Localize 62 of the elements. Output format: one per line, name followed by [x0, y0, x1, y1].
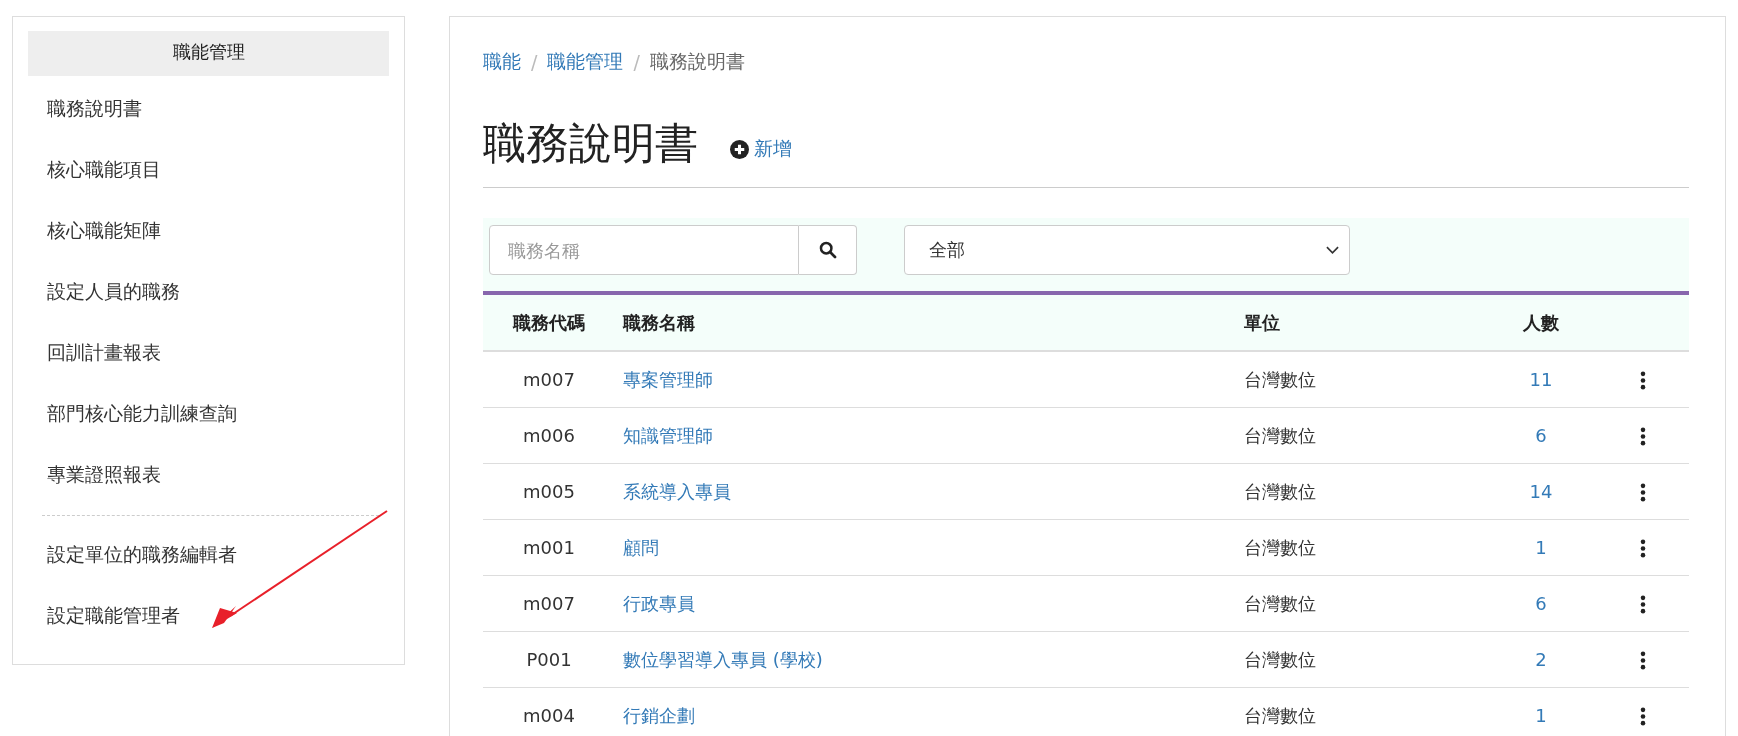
more-options-icon[interactable]	[1640, 595, 1646, 615]
table-cell: m004	[483, 687, 615, 736]
table-cell: 台灣數位	[1243, 575, 1485, 632]
table-cell: P001	[483, 631, 615, 688]
count-link[interactable]: 1	[1535, 705, 1547, 726]
table-cell: 台灣數位	[1243, 519, 1485, 576]
sidebar-title: 職能管理	[28, 31, 389, 76]
breadcrumb-current: 職務說明書	[649, 49, 745, 74]
sidebar-link[interactable]: 回訓計畫報表	[47, 320, 389, 381]
more-options-icon[interactable]	[1640, 707, 1646, 727]
breadcrumb-link[interactable]: 職能	[483, 49, 521, 75]
chevron-down-icon	[1326, 246, 1339, 254]
count-link[interactable]: 2	[1535, 649, 1547, 670]
count-link[interactable]: 11	[1529, 369, 1553, 390]
sidebar-link[interactable]: 核心職能項目	[47, 137, 389, 198]
sidebar-link[interactable]: 部門核心能力訓練查詢	[47, 381, 389, 442]
table-cell: m005	[483, 463, 615, 520]
column-header: 單位	[1243, 293, 1485, 351]
more-options-icon[interactable]	[1640, 483, 1646, 503]
job-title-link[interactable]: 專案管理師	[623, 368, 713, 390]
search-field[interactable]: 職務名稱	[489, 225, 799, 275]
filter-dropdown[interactable]: 全部	[904, 225, 1350, 275]
job-title-link[interactable]: 知識管理師	[623, 424, 713, 446]
job-title-link[interactable]: 行政專員	[623, 592, 695, 614]
more-options-icon[interactable]	[1640, 427, 1646, 447]
plus-circle-icon	[730, 139, 749, 159]
count-link[interactable]: 14	[1529, 481, 1553, 502]
table-cell: 台灣數位	[1243, 631, 1485, 688]
sidebar-link[interactable]: 設定單位的職務編輯者	[47, 522, 389, 583]
job-title-link[interactable]: 系統導入專員	[623, 480, 731, 502]
count-link[interactable]: 6	[1535, 593, 1547, 614]
sidebar-link[interactable]: 專業證照報表	[47, 442, 389, 503]
search-button[interactable]	[799, 225, 857, 275]
add-link[interactable]: 新增	[754, 136, 792, 162]
table-cell: m007	[483, 351, 615, 408]
job-title-link[interactable]: 顧問	[623, 536, 659, 558]
more-options-icon[interactable]	[1640, 651, 1646, 671]
sidebar-link[interactable]: 核心職能矩陣	[47, 198, 389, 259]
table-cell: m006	[483, 407, 615, 464]
breadcrumb-separator: /	[633, 51, 640, 73]
table-cell: m001	[483, 519, 615, 576]
breadcrumb-separator: /	[531, 51, 538, 73]
table-cell: 台灣數位	[1243, 687, 1485, 736]
search-icon	[818, 241, 837, 259]
page-title: 職務說明書	[483, 117, 698, 170]
more-options-icon[interactable]	[1640, 539, 1646, 559]
column-header: 職務代碼	[483, 293, 615, 351]
column-header: 職務名稱	[615, 293, 1243, 351]
table-cell: m007	[483, 575, 615, 632]
sidebar-link[interactable]: 設定人員的職務	[47, 259, 389, 320]
column-header: 人數	[1485, 293, 1597, 351]
table-cell: 台灣數位	[1243, 463, 1485, 520]
count-link[interactable]: 6	[1535, 425, 1547, 446]
job-title-link[interactable]: 行銷企劃	[623, 704, 695, 726]
count-link[interactable]: 1	[1535, 537, 1547, 558]
sidebar-link[interactable]: 職務說明書	[47, 76, 389, 137]
table-cell: 台灣數位	[1243, 351, 1485, 408]
job-title-link[interactable]: 數位學習導入專員 (學校)	[623, 648, 823, 670]
table-cell: 台灣數位	[1243, 407, 1485, 464]
more-options-icon[interactable]	[1640, 371, 1646, 391]
breadcrumb-link[interactable]: 職能管理	[547, 49, 624, 75]
sidebar-link[interactable]: 設定職能管理者	[47, 583, 389, 644]
